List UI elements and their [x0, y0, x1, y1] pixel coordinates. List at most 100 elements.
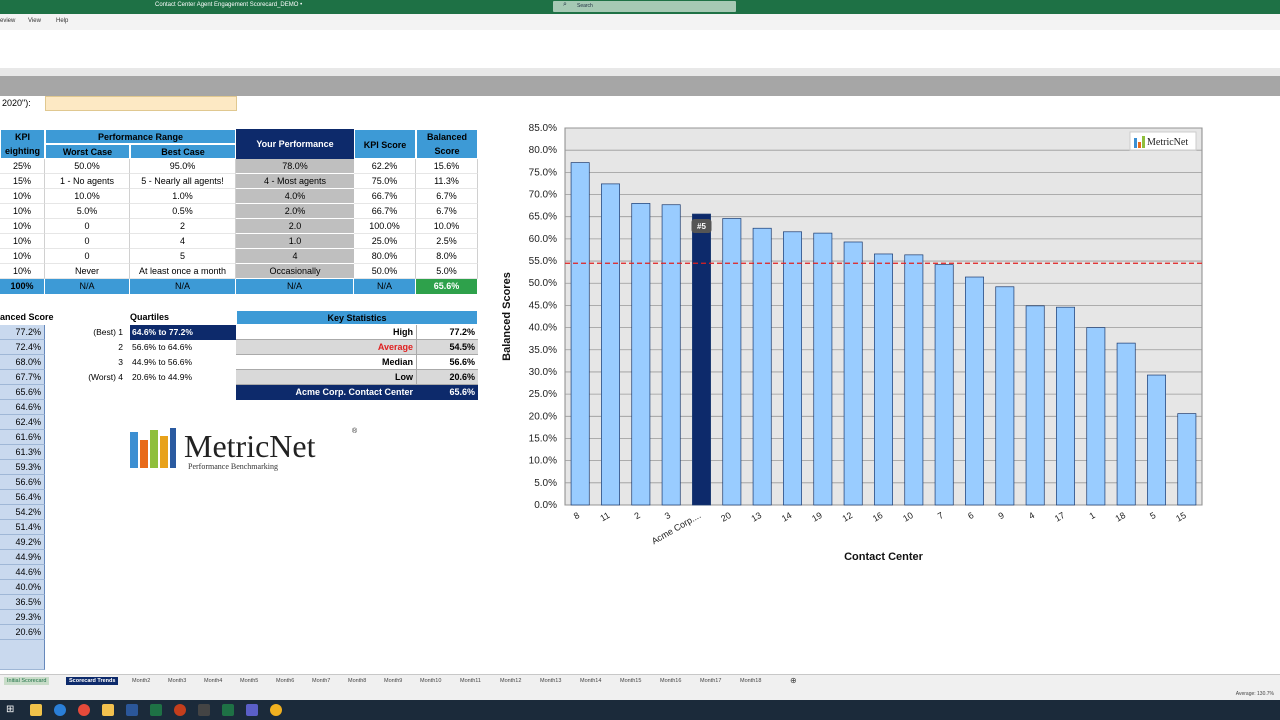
kpi-cell[interactable]: 78.0% — [236, 159, 354, 174]
kpi-cell: 50.0% — [45, 159, 130, 174]
highlight-badge-label: #5 — [697, 222, 706, 231]
bar — [601, 183, 620, 506]
x-tick-label: 14 — [780, 510, 794, 524]
sheet-tab[interactable]: Month2 — [132, 678, 150, 684]
quartiles-title: Quartiles — [130, 312, 170, 322]
key-stat-value: 54.5% — [416, 340, 478, 355]
sheet-tab[interactable]: Month16 — [660, 678, 681, 684]
bar — [570, 162, 590, 506]
menu-review[interactable]: eview — [0, 18, 15, 24]
balanced-score-item: 29.3% — [0, 610, 45, 625]
sheet-tab[interactable]: Month12 — [500, 678, 521, 684]
excel-window-icon[interactable] — [222, 704, 234, 716]
kpi-cell: 95.0% — [130, 159, 236, 174]
app-icon[interactable] — [198, 704, 210, 716]
edge-icon[interactable] — [54, 704, 66, 716]
chrome-icon[interactable] — [78, 704, 90, 716]
add-sheet-icon[interactable]: ⊕ — [790, 676, 797, 685]
kpi-cell[interactable]: 4 - Most agents — [236, 174, 354, 189]
window-title: Contact Center Agent Engagement Scorecar… — [155, 2, 303, 8]
bar — [1116, 342, 1136, 506]
key-stat-value: 20.6% — [416, 370, 478, 385]
bar — [1025, 305, 1045, 506]
kpi-cell: 66.7% — [354, 204, 416, 219]
y-tick-label: 0.0% — [534, 500, 557, 511]
sheet-tab[interactable]: Month14 — [580, 678, 601, 684]
balanced-score-item: 61.6% — [0, 430, 45, 445]
metricnet-logo: MetricNet ® Performance Benchmarking — [130, 426, 370, 476]
sheet-tab[interactable]: Month15 — [620, 678, 641, 684]
key-stat-label: High — [236, 325, 416, 340]
menu-view[interactable]: View — [28, 18, 41, 24]
kpi-cell[interactable]: 2.0% — [236, 204, 354, 219]
kpi-cell: 10% — [0, 219, 45, 234]
sheet-tab[interactable]: Month9 — [384, 678, 402, 684]
powerpoint-icon[interactable] — [174, 704, 186, 716]
bar — [722, 218, 742, 506]
sheet-tab[interactable]: Initial Scorecard — [4, 677, 50, 685]
kpi-cell[interactable]: Occasionally — [236, 264, 354, 279]
x-tick-label: 12 — [840, 510, 854, 524]
kpi-cell: 10% — [0, 264, 45, 279]
search-input[interactable]: ⌕ Search — [553, 1, 736, 12]
sheet-tab[interactable]: Month18 — [740, 678, 761, 684]
sheet-tab[interactable]: Month4 — [204, 678, 222, 684]
kpi-cell[interactable]: 2.0 — [236, 219, 354, 234]
bar — [813, 232, 833, 506]
key-stats-title: Key Statistics — [236, 310, 478, 325]
teams-icon[interactable] — [246, 704, 258, 716]
quartile-label: (Worst) 4 — [88, 372, 123, 382]
x-axis-label: Contact Center — [844, 551, 924, 563]
app2-icon[interactable] — [270, 704, 282, 716]
kpi-cell[interactable]: 4 — [236, 249, 354, 264]
sheet-tab[interactable]: Month17 — [700, 678, 721, 684]
header-performance-range: Performance Range — [45, 129, 236, 144]
quartile-range: 56.6% to 64.6% — [132, 342, 193, 352]
year-input-cell[interactable] — [45, 96, 237, 111]
bar — [783, 231, 802, 506]
kpi-cell: 0 — [45, 219, 130, 234]
lock-icon[interactable] — [30, 704, 42, 716]
header-your-performance: Your Performance — [236, 129, 354, 159]
word-icon[interactable] — [126, 704, 138, 716]
kpi-cell: 10% — [0, 249, 45, 264]
kpi-cell[interactable]: 4.0% — [236, 189, 354, 204]
x-tick-label: Acme Corp.... — [650, 510, 703, 546]
folder-icon[interactable] — [102, 704, 114, 716]
sheet-tab[interactable]: Month5 — [240, 678, 258, 684]
y-tick-label: 70.0% — [529, 190, 557, 201]
bar — [904, 254, 924, 506]
kpi-cell: 5.0% — [416, 264, 478, 279]
excel-icon[interactable] — [150, 704, 162, 716]
balanced-score-item: 44.6% — [0, 565, 45, 580]
sheet-tab[interactable]: Month3 — [168, 678, 186, 684]
y-tick-label: 35.0% — [529, 345, 557, 356]
balanced-score-item: 67.7% — [0, 370, 45, 385]
search-icon: ⌕ — [563, 1, 567, 8]
kpi-cell: At least once a month — [130, 264, 236, 279]
balanced-score-item: 65.6% — [0, 385, 45, 400]
kpi-cell: 50.0% — [354, 264, 416, 279]
worksheet[interactable]: 2020"): KPI eighting Performance Range Wor… — [0, 96, 1280, 674]
sheet-tab[interactable]: Month6 — [276, 678, 294, 684]
menu-help[interactable]: Help — [56, 18, 68, 24]
balanced-score-item: 61.3% — [0, 445, 45, 460]
sheet-tab[interactable]: Month8 — [348, 678, 366, 684]
y-tick-label: 40.0% — [529, 323, 557, 334]
y-tick-label: 75.0% — [529, 167, 557, 178]
kpi-total-cell: N/A — [236, 279, 354, 294]
kpi-cell: 15% — [0, 174, 45, 189]
kpi-cell: 66.7% — [354, 189, 416, 204]
sheet-tab[interactable]: Month13 — [540, 678, 561, 684]
sheet-tab[interactable]: Month10 — [420, 678, 441, 684]
kpi-cell[interactable]: 1.0 — [236, 234, 354, 249]
bar — [965, 276, 984, 506]
kpi-cell: 6.7% — [416, 189, 478, 204]
kpi-total-cell: N/A — [130, 279, 236, 294]
start-icon[interactable]: ⊞ — [6, 704, 18, 716]
kpi-cell: 25.0% — [354, 234, 416, 249]
sheet-tab[interactable]: Month11 — [460, 678, 481, 684]
sheet-tab[interactable]: Scorecard Trends — [66, 677, 119, 685]
y-tick-label: 15.0% — [529, 433, 557, 444]
sheet-tab[interactable]: Month7 — [312, 678, 330, 684]
